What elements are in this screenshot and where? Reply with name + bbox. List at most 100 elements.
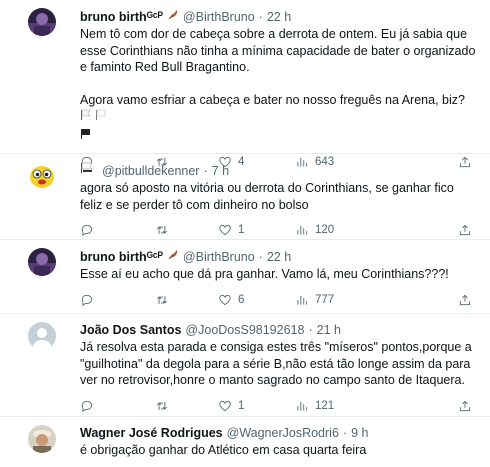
tweet-header: João Dos Santos @JooDosS98192618 · 21 h <box>80 322 476 338</box>
tweet-content: bruno birthᴳᶜᴾ @BirthBruno · 22 h Nem tô… <box>80 8 476 169</box>
tweet-text: agora só aposto na vitória ou derrota do… <box>80 180 476 213</box>
share-icon <box>459 400 471 411</box>
share-button[interactable] <box>458 223 472 237</box>
reply-icon <box>81 224 93 237</box>
like-count: 1 <box>238 399 245 412</box>
tweet-paragraph: Esse aí eu acho que dá pra ganhar. Vamo … <box>80 267 449 281</box>
tweet-content: Wagner José Rodrigues @WagnerJosRodri6 ·… <box>80 425 476 467</box>
tweet-content: João Dos Santos @JooDosS98192618 · 21 h … <box>80 322 476 412</box>
tweet-text: Já resolva esta parada e consiga estes t… <box>80 339 476 389</box>
avatar-column <box>28 322 68 410</box>
display-name[interactable]: João Dos Santos <box>80 322 181 338</box>
reply-button[interactable] <box>80 399 155 413</box>
share-button[interactable] <box>458 399 472 413</box>
heart-icon <box>219 224 231 236</box>
separator-dot: · <box>258 249 263 264</box>
heart-icon <box>219 400 231 411</box>
reply-icon <box>81 400 93 412</box>
feather-icon <box>167 8 179 25</box>
flag-emoji-icon <box>80 109 92 127</box>
tweet-actions: 6 777 <box>80 291 476 309</box>
like-button[interactable]: 6 <box>218 293 295 307</box>
tweet-actions: 1 120 <box>80 221 476 239</box>
views-count: 121 <box>315 399 335 412</box>
avatar-column <box>28 8 68 147</box>
views-button[interactable]: 120 <box>295 223 365 237</box>
avatar[interactable] <box>28 162 56 190</box>
display-name-flag-icon[interactable] <box>80 162 94 179</box>
display-name[interactable]: Wagner José Rodrigues <box>80 425 223 441</box>
tweet-paragraph: Nem tô com dor de cabeça sobre a derrota… <box>80 27 476 74</box>
views-count: 120 <box>315 224 335 236</box>
timestamp[interactable]: 21 h <box>317 322 341 338</box>
timestamp[interactable]: 22 h <box>267 249 291 265</box>
views-button[interactable]: 777 <box>295 293 365 307</box>
tweet-header: bruno birthᴳᶜᴾ @BirthBruno · 22 h <box>80 248 476 265</box>
user-handle[interactable]: @JooDosS98192618 <box>185 322 304 338</box>
retweet-button[interactable] <box>155 223 218 237</box>
tweet[interactable]: bruno birthᴳᶜᴾ @BirthBruno · 22 h Esse a… <box>0 240 490 314</box>
tweet[interactable]: João Dos Santos @JooDosS98192618 · 21 h … <box>0 314 490 417</box>
views-chart-icon <box>297 225 308 235</box>
tweet-actions: 1 121 <box>80 397 476 415</box>
like-count: 1 <box>238 224 245 236</box>
separator-dot: · <box>258 9 263 24</box>
display-name[interactable]: bruno birthᴳᶜᴾ <box>80 249 163 265</box>
like-button[interactable]: 1 <box>218 223 295 237</box>
user-handle[interactable]: @BirthBruno <box>183 249 255 265</box>
avatar-column <box>28 162 68 233</box>
avatar[interactable] <box>28 248 56 276</box>
avatar[interactable] <box>28 8 56 36</box>
like-count: 6 <box>238 293 245 306</box>
tweet-content: bruno birthᴳᶜᴾ @BirthBruno · 22 h Esse a… <box>80 248 476 307</box>
separator-dot: · <box>203 163 208 178</box>
tweet-header: @pitbulldekenner · 7 h <box>80 162 476 179</box>
avatar-column <box>28 248 68 307</box>
tweet-content: @pitbulldekenner · 7 h agora só aposto n… <box>80 162 476 237</box>
avatar[interactable] <box>28 322 56 350</box>
reply-icon <box>81 294 93 306</box>
tweet[interactable]: bruno birthᴳᶜᴾ @BirthBruno · 22 h Nem tô… <box>0 0 490 169</box>
tweet[interactable]: Wagner José Rodrigues @WagnerJosRodri6 ·… <box>0 417 490 467</box>
avatar[interactable] <box>28 425 56 453</box>
tweet-paragraph: Já resolva esta parada e consiga estes t… <box>80 340 472 387</box>
heart-icon <box>219 294 231 305</box>
user-handle[interactable]: @WagnerJosRodri6 <box>227 425 339 441</box>
views-count: 777 <box>315 293 335 306</box>
feather-icon <box>167 248 179 265</box>
display-name[interactable]: bruno birthᴳᶜᴾ <box>80 9 163 25</box>
tweet-header: Wagner José Rodrigues @WagnerJosRodri6 ·… <box>80 425 476 441</box>
reply-button[interactable] <box>80 223 155 237</box>
tweet-paragraph: é obrigação ganhar do Atlético em casa q… <box>80 443 367 457</box>
reply-button[interactable] <box>80 293 155 307</box>
avatar-column <box>28 425 68 467</box>
tweet-paragraph: agora só aposto na vitória ou derrota do… <box>80 181 454 212</box>
user-handle[interactable]: @pitbulldekenner <box>102 163 199 179</box>
tweet-feed: bruno birthᴳᶜᴾ @BirthBruno · 22 h Nem tô… <box>0 0 490 467</box>
share-icon <box>459 224 471 236</box>
black-flag-icon <box>80 128 92 146</box>
retweet-icon <box>157 225 167 235</box>
separator-dot: · <box>308 323 313 337</box>
retweet-icon <box>157 401 167 410</box>
retweet-icon <box>157 295 167 304</box>
timestamp[interactable]: 7 h <box>212 163 229 179</box>
timestamp[interactable]: 22 h <box>267 9 291 25</box>
tweet-text: é obrigação ganhar do Atlético em casa q… <box>80 442 476 459</box>
user-handle[interactable]: @BirthBruno <box>183 9 255 25</box>
tweet-header: bruno birthᴳᶜᴾ @BirthBruno · 22 h <box>80 8 476 25</box>
tweet-text: Nem tô com dor de cabeça sobre a derrota… <box>80 26 476 145</box>
share-icon <box>459 294 471 305</box>
timestamp[interactable]: 9 h <box>351 425 368 441</box>
retweet-button[interactable] <box>155 399 218 413</box>
share-button[interactable] <box>458 293 472 307</box>
views-button[interactable]: 121 <box>295 399 365 413</box>
separator-dot: · <box>342 426 348 440</box>
retweet-button[interactable] <box>155 293 218 307</box>
white-flag-icon <box>95 109 107 127</box>
like-button[interactable]: 1 <box>218 399 295 413</box>
views-chart-icon <box>297 401 308 411</box>
tweet-text: Esse aí eu acho que dá pra ganhar. Vamo … <box>80 266 476 283</box>
tweet[interactable]: @pitbulldekenner · 7 h agora só aposto n… <box>0 154 490 240</box>
views-chart-icon <box>297 295 308 305</box>
